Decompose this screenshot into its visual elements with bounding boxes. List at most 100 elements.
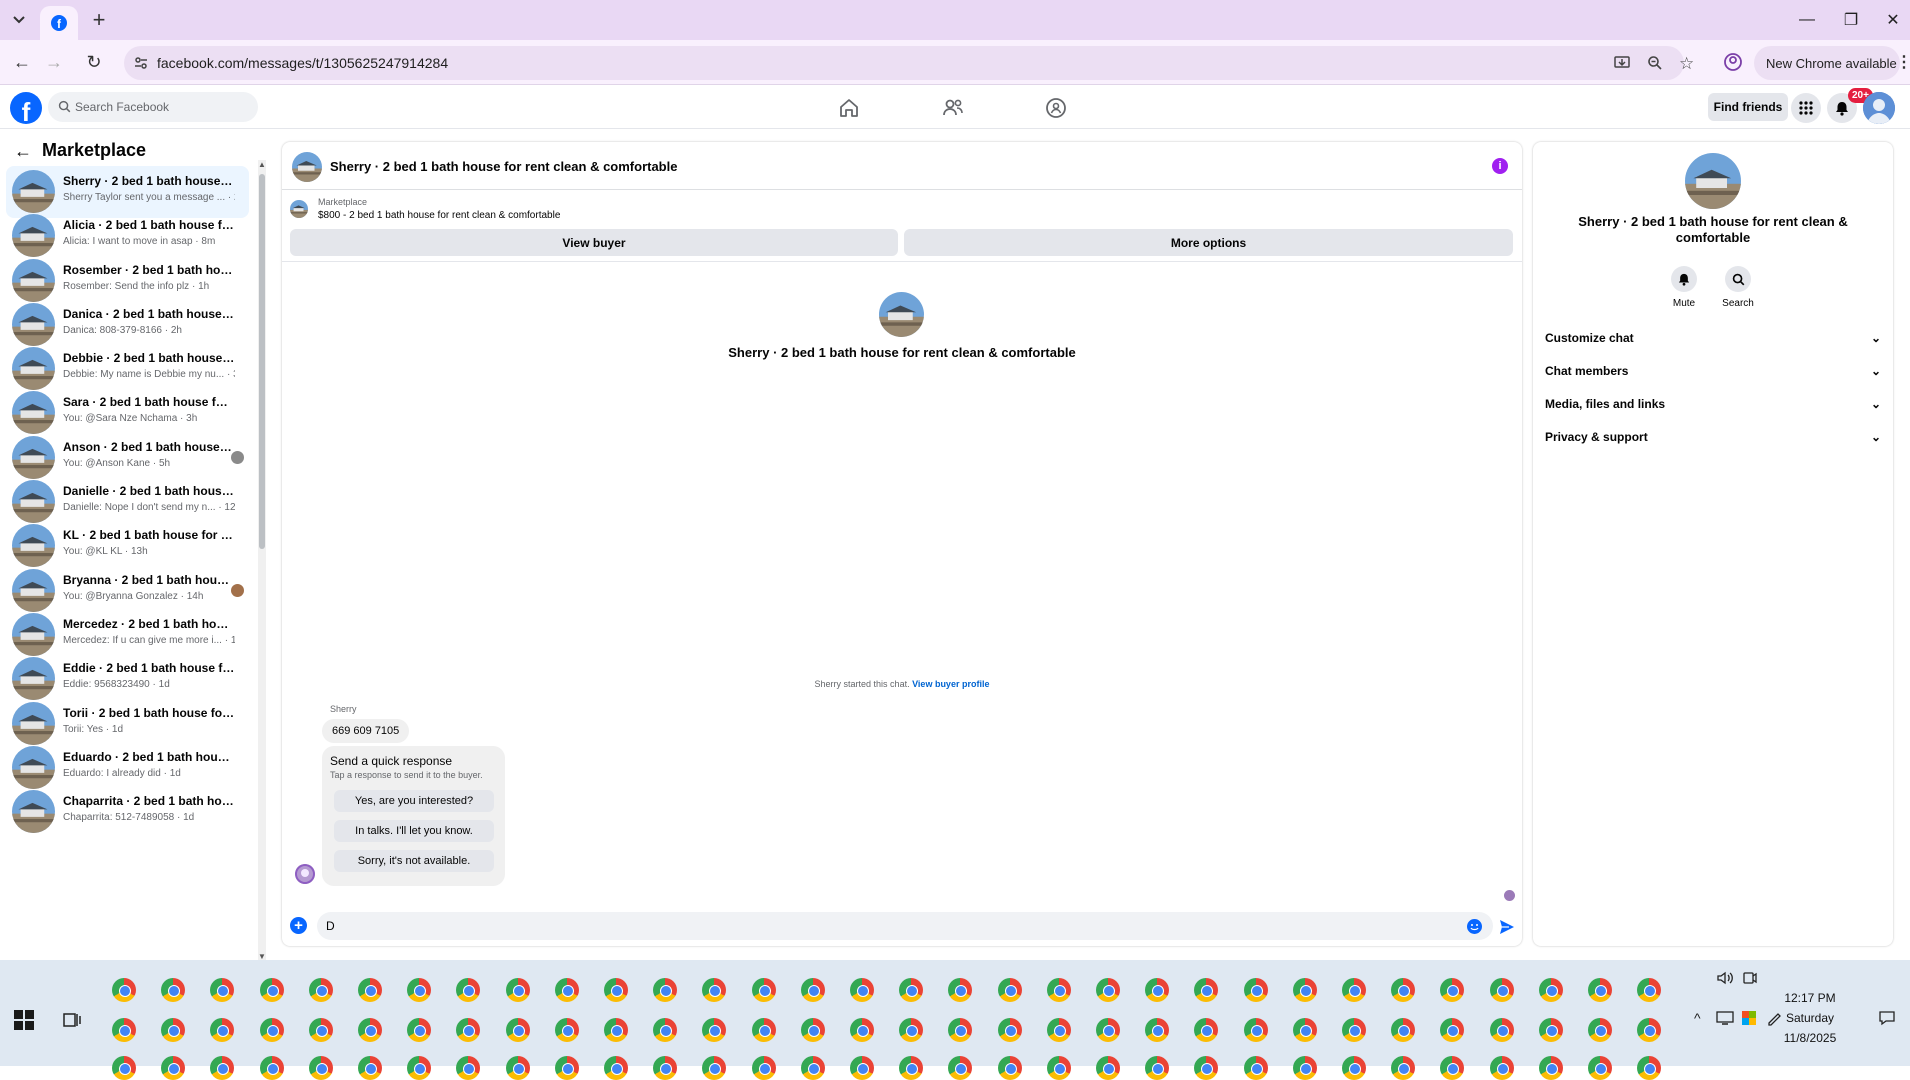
quick-response-in-talks-button[interactable]: In talks. I'll let you know.: [334, 820, 494, 842]
network-icon[interactable]: [1716, 1010, 1734, 1026]
chrome-taskbar-icon[interactable]: [1243, 978, 1268, 1002]
more-options-button[interactable]: More options: [904, 229, 1513, 256]
chrome-taskbar-icon[interactable]: [210, 978, 235, 1002]
view-buyer-button[interactable]: View buyer: [290, 229, 898, 256]
chrome-taskbar-icon[interactable]: [1096, 1056, 1120, 1080]
chrome-taskbar-icon[interactable]: [358, 978, 382, 1002]
install-app-icon[interactable]: [1614, 55, 1630, 71]
chrome-taskbar-icon[interactable]: [259, 1018, 284, 1042]
chrome-taskbar-icon[interactable]: [505, 1056, 530, 1080]
chrome-taskbar-icon[interactable]: [456, 1018, 481, 1042]
chrome-taskbar-icon[interactable]: [653, 1018, 678, 1042]
sidebar-scrollbar-thumb[interactable]: [259, 174, 265, 549]
chrome-taskbar-icon[interactable]: [800, 1056, 825, 1080]
chrome-taskbar-icon[interactable]: [1538, 1056, 1563, 1080]
chrome-taskbar-icon[interactable]: [702, 1018, 727, 1042]
chrome-taskbar-icon[interactable]: [308, 1056, 333, 1080]
chrome-taskbar-icon[interactable]: [1292, 978, 1317, 1002]
scroll-down-icon[interactable]: ▼: [258, 952, 266, 960]
chrome-taskbar-icon[interactable]: [1440, 1056, 1465, 1080]
chrome-taskbar-icon[interactable]: [407, 978, 432, 1002]
taskbar-clock[interactable]: 12:17 PM Saturday 11/8/2025: [1768, 988, 1852, 1048]
chrome-taskbar-icon[interactable]: [1243, 1056, 1268, 1080]
view-buyer-profile-link[interactable]: View buyer profile: [912, 679, 989, 689]
chrome-taskbar-icon[interactable]: [1194, 1056, 1219, 1080]
chrome-taskbar-icon[interactable]: [800, 1018, 825, 1042]
chrome-taskbar-icon[interactable]: [1243, 1018, 1268, 1042]
chrome-taskbar-icon[interactable]: [604, 978, 628, 1002]
chrome-taskbar-icon[interactable]: [1637, 978, 1662, 1002]
details-avatar[interactable]: [1685, 153, 1741, 209]
windows-start-icon[interactable]: [14, 1010, 34, 1030]
chrome-taskbar-icon[interactable]: [899, 978, 924, 1002]
restore-icon[interactable]: ❐: [1836, 8, 1866, 32]
chrome-taskbar-icon[interactable]: [308, 978, 333, 1002]
chrome-taskbar-icon[interactable]: [259, 978, 284, 1002]
chrome-taskbar-icon[interactable]: [1046, 978, 1071, 1002]
minimize-icon[interactable]: —: [1792, 8, 1822, 32]
chrome-taskbar-icon[interactable]: [1342, 1018, 1366, 1042]
chrome-taskbar-icon[interactable]: [1391, 1056, 1416, 1080]
chrome-menu-icon[interactable]: ⋮: [1896, 52, 1910, 72]
chrome-taskbar-icon[interactable]: [800, 978, 825, 1002]
chrome-taskbar-icon[interactable]: [948, 1056, 973, 1080]
chat-title[interactable]: Sherry · 2 bed 1 bath house for rent cle…: [330, 159, 677, 174]
chrome-taskbar-icon[interactable]: [702, 978, 727, 1002]
browser-tab-facebook[interactable]: f: [40, 6, 78, 40]
meet-now-icon[interactable]: [1742, 970, 1758, 986]
chrome-taskbar-icon[interactable]: [1637, 1056, 1662, 1080]
chrome-taskbar-icon[interactable]: [210, 1018, 235, 1042]
reload-icon[interactable]: ↻: [82, 50, 106, 74]
chrome-taskbar-icon[interactable]: [1440, 1018, 1465, 1042]
chrome-taskbar-icon[interactable]: [1489, 1056, 1514, 1080]
emoji-icon[interactable]: [1467, 919, 1482, 934]
chrome-taskbar-icon[interactable]: [948, 1018, 973, 1042]
chrome-taskbar-icon[interactable]: [1046, 1056, 1071, 1080]
chrome-taskbar-icon[interactable]: [259, 1056, 284, 1080]
action-center-icon[interactable]: [1878, 1010, 1896, 1026]
chrome-taskbar-icon[interactable]: [1588, 1056, 1612, 1080]
tab-search-chevron-icon[interactable]: [8, 9, 30, 31]
facebook-logo[interactable]: f: [10, 92, 42, 124]
chrome-taskbar-icon[interactable]: [112, 978, 136, 1002]
chrome-taskbar-icon[interactable]: [702, 1056, 727, 1080]
listing-thumbnail[interactable]: [290, 200, 308, 218]
chrome-taskbar-icon[interactable]: [161, 1018, 186, 1042]
chrome-taskbar-icon[interactable]: [850, 1056, 874, 1080]
sidebar-scrollbar[interactable]: ▲ ▼: [258, 160, 266, 960]
chat-header-avatar[interactable]: [292, 152, 322, 182]
chrome-taskbar-icon[interactable]: [604, 1018, 628, 1042]
chrome-taskbar-icon[interactable]: [751, 1056, 776, 1080]
chrome-taskbar-icon[interactable]: [850, 1018, 874, 1042]
chrome-taskbar-icon[interactable]: [554, 1018, 579, 1042]
chrome-taskbar-icon[interactable]: [899, 1018, 924, 1042]
chrome-taskbar-icon[interactable]: [1194, 978, 1219, 1002]
chrome-taskbar-icon[interactable]: [1342, 1056, 1366, 1080]
show-hidden-icons-chevron-icon[interactable]: ^: [1694, 1010, 1701, 1026]
message-bubble[interactable]: 669 609 7105: [322, 719, 410, 743]
chrome-taskbar-icon[interactable]: [1292, 1056, 1317, 1080]
home-icon[interactable]: [837, 96, 861, 120]
chrome-taskbar-icon[interactable]: [751, 978, 776, 1002]
conversation-item[interactable]: Chaparrita · 2 bed 1 bath house ... Chapa…: [6, 786, 249, 838]
chrome-taskbar-icon[interactable]: [1145, 1056, 1170, 1080]
chrome-taskbar-icon[interactable]: [1145, 978, 1170, 1002]
chrome-taskbar-icon[interactable]: [161, 1056, 186, 1080]
chrome-taskbar-icon[interactable]: [1637, 1018, 1662, 1042]
chrome-taskbar-icon[interactable]: [653, 978, 678, 1002]
chrome-taskbar-icon[interactable]: [899, 1056, 924, 1080]
new-tab-plus-icon[interactable]: +: [88, 7, 110, 32]
groups-icon[interactable]: [1044, 96, 1068, 120]
menu-grid-icon[interactable]: [1791, 93, 1821, 123]
chrome-taskbar-icon[interactable]: [161, 978, 186, 1002]
back-arrow-icon[interactable]: ←: [10, 50, 34, 74]
back-arrow-icon[interactable]: ←: [14, 141, 32, 162]
chrome-taskbar-icon[interactable]: [554, 978, 579, 1002]
chrome-taskbar-icon[interactable]: [1440, 978, 1465, 1002]
chrome-taskbar-icon[interactable]: [554, 1056, 579, 1080]
chrome-taskbar-icon[interactable]: [997, 1056, 1022, 1080]
chrome-taskbar-icon[interactable]: [1588, 1018, 1612, 1042]
message-input[interactable]: [317, 912, 1493, 940]
security-shield-icon[interactable]: [1741, 1010, 1757, 1026]
privacy-support-row[interactable]: Privacy & support ⌄: [1545, 430, 1881, 452]
